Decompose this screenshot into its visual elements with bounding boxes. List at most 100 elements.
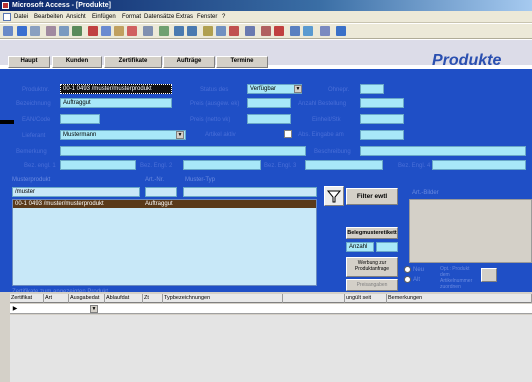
sort-ascending-icon[interactable] <box>174 26 184 36</box>
aktiv-checkbox[interactable] <box>284 130 292 138</box>
bezeichnung-field[interactable]: Auftraggut <box>60 98 172 108</box>
tab-auftraege[interactable]: Aufträge <box>163 56 215 68</box>
col-zt[interactable]: Zt <box>143 294 163 303</box>
col-ungueltig[interactable]: ungült seit <box>345 294 387 303</box>
sort-descending-icon[interactable] <box>187 26 197 36</box>
col-empty[interactable] <box>283 294 345 303</box>
filter-funnel-icon[interactable] <box>324 186 344 206</box>
paste-icon[interactable] <box>114 26 124 36</box>
help-icon[interactable] <box>336 26 346 36</box>
col-ablaufdat[interactable]: Ablaufdat <box>105 294 143 303</box>
einheit-field[interactable] <box>360 114 404 124</box>
menu-datensaetze[interactable]: Datensätze <box>144 12 174 22</box>
menu-einfuegen[interactable]: Einfügen <box>92 12 116 22</box>
cut-icon[interactable] <box>88 26 98 36</box>
print-icon[interactable] <box>46 26 56 36</box>
mustertyp-column-label: Muster-Typ <box>185 177 216 183</box>
bez2-field[interactable] <box>183 160 261 170</box>
ean-field[interactable] <box>60 114 100 124</box>
musterprodukt-label: Musterprodukt <box>12 177 51 183</box>
beleg-anzahl-field[interactable] <box>376 242 398 252</box>
bez1-label: Bez. engl. 1 <box>24 163 56 169</box>
tab-kunden[interactable]: Kunden <box>52 56 102 68</box>
tab-zertifikate[interactable]: Zertifikate <box>104 56 162 68</box>
status-dropdown-icon[interactable]: ▼ <box>294 85 302 93</box>
delete-record-icon[interactable] <box>274 26 284 36</box>
document-icon[interactable] <box>3 13 11 21</box>
result-id: 00-1 0493 /muster/musterprodukt <box>15 201 104 207</box>
status-value: Verfügbar <box>250 86 277 92</box>
list-item-selected[interactable]: 00-1 0493 /muster/musterprodukt Auftragg… <box>13 200 316 208</box>
lieferant-combo[interactable]: Mustermann <box>60 130 186 140</box>
preis-vk-field[interactable] <box>247 114 291 124</box>
find-icon[interactable] <box>245 26 255 36</box>
lieferant-dropdown-icon[interactable]: ▼ <box>176 131 184 139</box>
save-icon[interactable] <box>17 26 27 36</box>
row-selector-icon[interactable]: ▶ <box>10 304 20 314</box>
radio-neu-label: Neu <box>413 267 425 273</box>
toolbar <box>0 24 532 39</box>
menu-format[interactable]: Format <box>122 12 141 22</box>
radio-alt[interactable] <box>404 276 411 283</box>
aktiv-label: Artikel aktiv <box>205 132 236 138</box>
bemerkung-label: Bemerkung <box>16 149 47 155</box>
abs-field[interactable] <box>360 130 404 140</box>
copy-icon[interactable] <box>101 26 111 36</box>
menu-bar: Datei Bearbeiten Ansicht Einfügen Format… <box>0 11 532 23</box>
bez3-field[interactable] <box>305 160 383 170</box>
produktnr-field[interactable]: 00-1 0493 /muster/musterprodukt <box>60 84 172 94</box>
menu-ansicht[interactable]: Ansicht <box>66 12 86 22</box>
results-list[interactable] <box>12 199 317 286</box>
menu-bearbeiten[interactable]: Bearbeiten <box>34 12 63 22</box>
properties-icon[interactable] <box>290 26 300 36</box>
menu-help[interactable]: ? <box>222 12 225 22</box>
preisangaben-button[interactable]: Preisangaben <box>346 279 398 291</box>
format-painter-icon[interactable] <box>127 26 137 36</box>
artnr-filter-field[interactable] <box>145 187 177 197</box>
apply-filter-icon[interactable] <box>229 26 239 36</box>
bez4-field[interactable] <box>432 160 526 170</box>
preis-vk-label: Preis (netto vk) <box>190 117 231 123</box>
anzahl-field[interactable] <box>360 98 404 108</box>
new-record-icon[interactable] <box>261 26 271 36</box>
filter-selection-icon[interactable] <box>203 26 213 36</box>
search-input[interactable]: /muster <box>12 187 140 197</box>
database-window-icon[interactable] <box>303 26 313 36</box>
search-icon[interactable] <box>30 26 40 36</box>
col-ausgabedat[interactable]: Ausgabedat <box>69 294 105 303</box>
new-object-icon[interactable] <box>320 26 330 36</box>
col-bemerkungen[interactable]: Bemerkungen <box>387 294 532 303</box>
bez4-label: Bez. Engl. 4 <box>398 163 431 169</box>
mustertyp-filter-field[interactable] <box>183 187 317 197</box>
table-row-new[interactable]: ▶ ▼ <box>10 304 532 314</box>
tab-termine[interactable]: Termine <box>216 56 268 68</box>
bemerkung-field[interactable] <box>60 146 306 156</box>
beschreibung2-field[interactable] <box>360 146 526 156</box>
undo-icon[interactable] <box>143 26 153 36</box>
preis-ek-field[interactable] <box>247 98 291 108</box>
belegmuster-button[interactable]: Belegmusteretikett <box>346 227 398 239</box>
filter-form-icon[interactable] <box>216 26 226 36</box>
radio-neu[interactable] <box>404 266 411 273</box>
insert-hyperlink-icon[interactable] <box>159 26 169 36</box>
window-title: Microsoft Access - [Produkte] <box>12 2 111 9</box>
tab-haupt[interactable]: Haupt <box>8 56 50 68</box>
row-dropdown-icon[interactable]: ▼ <box>90 305 98 313</box>
subform-empty-area <box>10 315 532 382</box>
preview-icon[interactable] <box>59 26 69 36</box>
menu-datei[interactable]: Datei <box>14 12 28 22</box>
col-zertifikat[interactable]: Zertifikat <box>10 294 44 303</box>
view-icon[interactable] <box>3 26 13 36</box>
col-art[interactable]: Art <box>44 294 69 303</box>
bez1-field[interactable] <box>60 160 136 170</box>
ohnepr-label: Ohnepr. <box>328 87 350 93</box>
spelling-icon[interactable] <box>72 26 82 36</box>
menu-fenster[interactable]: Fenster <box>197 12 217 22</box>
menu-extras[interactable]: Extras <box>176 12 193 22</box>
col-typbezeichnungen[interactable]: Typbezeichnungen <box>163 294 283 303</box>
produktnr-label: Produktnr. <box>22 87 50 93</box>
zuordnen-button[interactable] <box>481 268 497 282</box>
filter-button[interactable]: Filter ewtl <box>346 188 398 205</box>
werbung-button[interactable]: Werbung zur Produktanfrage <box>346 257 398 277</box>
ohnepr-field[interactable] <box>360 84 384 94</box>
